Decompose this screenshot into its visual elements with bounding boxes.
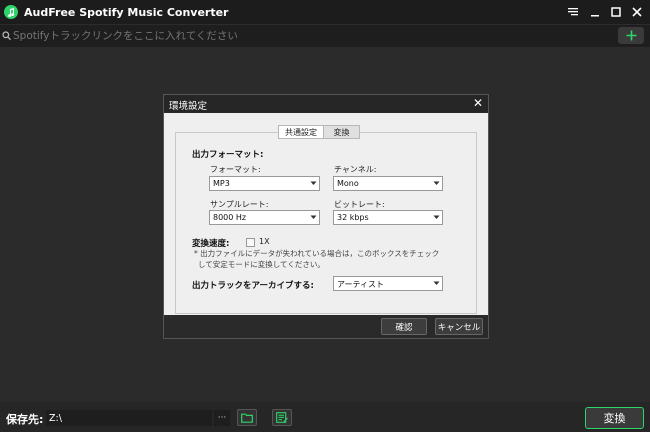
sample-rate-label: サンプルレート: bbox=[210, 200, 269, 209]
channel-label: チャンネル: bbox=[334, 165, 377, 174]
conversion-speed-label: 変換速度: bbox=[192, 239, 230, 249]
open-folder-button[interactable] bbox=[237, 409, 257, 426]
format-select[interactable]: MP3 bbox=[209, 176, 320, 191]
speed-note-line-2: して安定モードに変換してください。 bbox=[198, 260, 325, 269]
plus-icon bbox=[626, 30, 636, 41]
bit-rate-label: ビットレート: bbox=[334, 200, 385, 209]
cancel-button[interactable]: キャンセル bbox=[435, 318, 483, 335]
bit-rate-select[interactable]: 32 kbps bbox=[333, 210, 443, 225]
converted-list-icon bbox=[276, 412, 288, 423]
output-path-field[interactable] bbox=[46, 410, 212, 426]
browse-path-button[interactable]: ··· bbox=[214, 410, 230, 426]
chevron-down-icon bbox=[307, 177, 319, 190]
sample-rate-value: 8000 Hz bbox=[213, 213, 247, 222]
search-input[interactable] bbox=[13, 30, 573, 42]
channel-select[interactable]: Mono bbox=[333, 176, 443, 191]
archive-value: アーティスト bbox=[337, 280, 385, 289]
dialog-title-bar: 環境設定 ✕ bbox=[164, 95, 488, 112]
app-logo-icon bbox=[4, 5, 18, 19]
search-bar bbox=[0, 25, 650, 47]
preferences-dialog: 環境設定 ✕ 共通設定 変換 出力フォーマット: フォーマット: MP3 チャン… bbox=[163, 94, 489, 339]
dialog-title: 環境設定 bbox=[169, 101, 208, 112]
title-bar: AudFree Spotify Music Converter bbox=[0, 0, 650, 24]
chevron-down-icon bbox=[430, 177, 442, 190]
search-icon bbox=[2, 30, 12, 42]
speed-note-line-1: * 出力ファイルにデータが失われている場合は，このボックスをチェック bbox=[194, 249, 440, 258]
chevron-down-icon bbox=[430, 211, 442, 224]
close-window-icon[interactable] bbox=[629, 5, 644, 20]
tab-convert[interactable]: 変換 bbox=[324, 125, 360, 139]
channel-value: Mono bbox=[337, 179, 359, 188]
format-value: MP3 bbox=[213, 179, 230, 188]
sample-rate-select[interactable]: 8000 Hz bbox=[209, 210, 320, 225]
save-location-label: 保存先: bbox=[6, 413, 44, 426]
dialog-footer: 確認 キャンセル bbox=[164, 315, 488, 338]
output-format-heading: 出力フォーマット: bbox=[192, 150, 264, 160]
convert-button[interactable]: 変換 bbox=[585, 407, 644, 429]
ok-button[interactable]: 確認 bbox=[381, 318, 427, 335]
speed-checkbox[interactable] bbox=[246, 238, 255, 247]
chevron-down-icon bbox=[307, 211, 319, 224]
app-window: AudFree Spotify Music Converter 保存先: bbox=[0, 0, 650, 432]
dialog-body: 共通設定 変換 出力フォーマット: フォーマット: MP3 チャンネル: Mon… bbox=[164, 113, 488, 315]
archive-label: 出力トラックをアーカイブする: bbox=[192, 281, 314, 291]
close-icon[interactable]: ✕ bbox=[472, 96, 484, 110]
minimize-icon[interactable] bbox=[587, 5, 602, 20]
tab-general[interactable]: 共通設定 bbox=[278, 125, 324, 139]
folder-icon bbox=[241, 413, 253, 423]
window-controls bbox=[566, 0, 644, 24]
maximize-icon[interactable] bbox=[608, 5, 623, 20]
settings-tabs: 共通設定 変換 bbox=[278, 125, 360, 139]
converted-list-button[interactable] bbox=[272, 409, 292, 426]
format-label: フォーマット: bbox=[210, 165, 261, 174]
menu-icon[interactable] bbox=[566, 5, 581, 20]
bit-rate-value: 32 kbps bbox=[337, 213, 369, 222]
archive-select[interactable]: アーティスト bbox=[333, 276, 443, 291]
speed-checkbox-label: 1X bbox=[259, 237, 270, 246]
chevron-down-icon bbox=[430, 277, 442, 290]
app-title: AudFree Spotify Music Converter bbox=[24, 5, 229, 19]
add-track-button[interactable] bbox=[618, 27, 644, 44]
bottom-bar: 保存先: ··· 変換 bbox=[0, 402, 650, 432]
